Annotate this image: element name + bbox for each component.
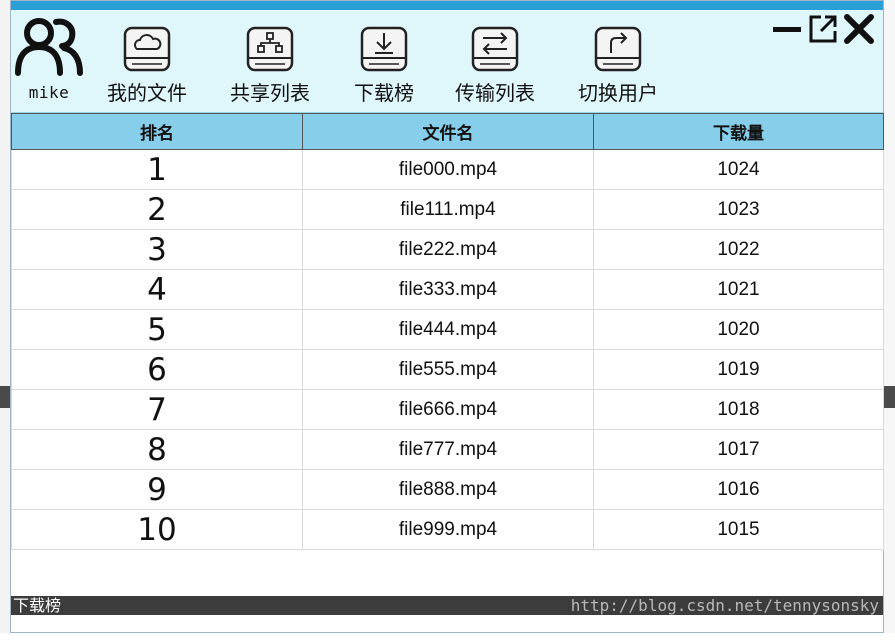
table-row[interactable]: 5 file444.mp4 1020 [11,309,884,350]
watermark-text: http://blog.csdn.net/tennysonsky [570,596,879,615]
rank-cell: 7 [11,389,303,430]
download-ranking-table-area: 排名 文件名 下载量 1 file000.mp4 1024 2 file111.mp4 1… [11,113,884,615]
toolbar: mike 我的文件 共享列表 下载榜 传输列表 切换用户 [11,10,883,113]
rank-cell: 3 [11,229,303,270]
username-label: mike [28,83,70,102]
background-panel-bar [0,386,10,408]
rank-cell: 4 [11,269,303,310]
downloads-cell: 1018 [593,389,884,430]
background-panel-bar-right [884,386,895,408]
filename-cell: file000.mp4 [302,149,594,190]
table-row[interactable]: 6 file555.mp4 1019 [11,349,884,390]
background-left-gutter [0,0,10,643]
downloads-cell: 1020 [593,309,884,350]
download-rank-button[interactable]: 下载榜 [354,25,414,106]
rank-cell: 6 [11,349,303,390]
rank-cell: 8 [11,429,303,470]
filename-cell: file111.mp4 [302,189,594,230]
table-header-row: 排名 文件名 下载量 [11,113,884,150]
close-button[interactable] [843,13,875,45]
table-row[interactable]: 1 file000.mp4 1024 [11,149,884,190]
column-header-filename[interactable]: 文件名 [302,113,594,150]
downloads-cell: 1024 [593,149,884,190]
filename-cell: file333.mp4 [302,269,594,310]
rank-cell: 2 [11,189,303,230]
downloads-cell: 1015 [593,509,884,550]
rank-cell: 1 [11,149,303,190]
rank-cell: 9 [11,469,303,510]
table-body: 1 file000.mp4 1024 2 file111.mp4 1023 3 file222… [11,149,884,550]
cloud-drive-icon [123,26,171,72]
table-row[interactable]: 4 file333.mp4 1021 [11,269,884,310]
rank-cell: 5 [11,309,303,350]
filename-cell: file222.mp4 [302,229,594,270]
switch-user-drive-icon [594,26,642,72]
download-rank-label: 下载榜 [354,81,414,105]
table-row[interactable]: 2 file111.mp4 1023 [11,189,884,230]
user-group-icon [15,18,83,76]
downloads-cell: 1019 [593,349,884,390]
filename-cell: file777.mp4 [302,429,594,470]
share-list-button[interactable]: 共享列表 [230,25,310,106]
my-files-button[interactable]: 我的文件 [107,25,187,106]
window-controls [771,13,877,47]
filename-cell: file999.mp4 [302,509,594,550]
filename-cell: file666.mp4 [302,389,594,430]
table-row[interactable]: 7 file666.mp4 1018 [11,389,884,430]
transfer-drive-icon [471,26,519,72]
filename-cell: file888.mp4 [302,469,594,510]
app-window: mike 我的文件 共享列表 下载榜 传输列表 切换用户 排名 文件名 下载量 … [10,0,884,633]
downloads-cell: 1017 [593,429,884,470]
download-ranking-table: 排名 文件名 下载量 1 file000.mp4 1024 2 file111.mp4 1… [11,113,884,550]
downloads-cell: 1016 [593,469,884,510]
filename-cell: file444.mp4 [302,309,594,350]
column-header-rank[interactable]: 排名 [11,113,303,150]
download-drive-icon [360,26,408,72]
maximize-button[interactable] [807,13,839,45]
table-row[interactable]: 8 file777.mp4 1017 [11,429,884,470]
downloads-cell: 1021 [593,269,884,310]
window-top-strip [11,1,883,10]
background-code-line [0,633,895,643]
column-header-downloads[interactable]: 下载量 [593,113,884,150]
minimize-button[interactable] [771,13,803,45]
background-right-gutter [884,0,895,643]
downloads-cell: 1022 [593,229,884,270]
switch-user-button[interactable]: 切换用户 [578,25,658,106]
rank-cell: 10 [11,509,303,550]
my-files-label: 我的文件 [107,81,187,105]
user-avatar[interactable]: mike [13,15,85,102]
table-row[interactable]: 3 file222.mp4 1022 [11,229,884,270]
share-drive-icon [246,26,294,72]
share-list-label: 共享列表 [230,81,310,105]
status-text: 下载榜 [13,596,62,615]
table-row[interactable]: 9 file888.mp4 1016 [11,469,884,510]
close-icon [844,14,874,44]
transfer-list-label: 传输列表 [455,81,535,105]
switch-user-label: 切换用户 [578,81,658,105]
minimize-icon [773,27,801,32]
transfer-list-button[interactable]: 传输列表 [455,25,535,106]
filename-cell: file555.mp4 [302,349,594,390]
downloads-cell: 1023 [593,189,884,230]
maximize-icon [809,15,837,43]
table-row[interactable]: 10 file999.mp4 1015 [11,509,884,550]
